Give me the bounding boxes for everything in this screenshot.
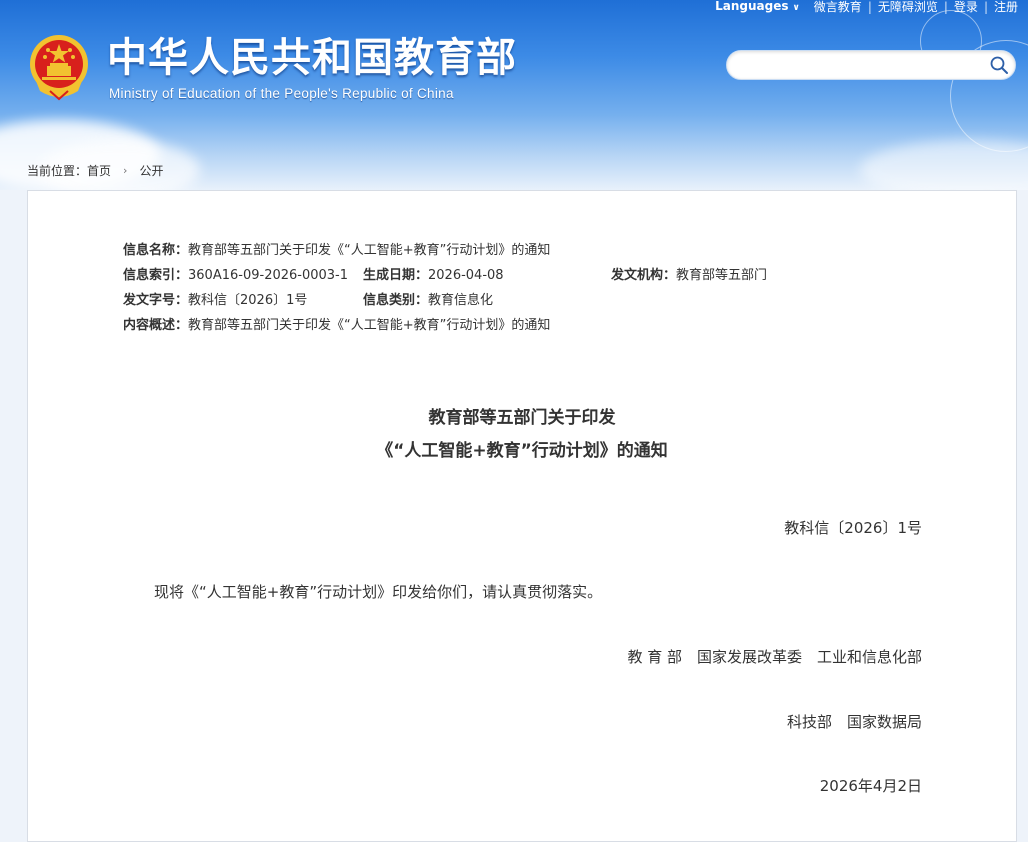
- chevron-down-icon: ∨: [792, 3, 800, 13]
- search-box: [726, 50, 1016, 80]
- meta-value: 2026-04-08: [428, 268, 504, 283]
- document-signers-line1: 教 育 部 国家发展改革委 工业和信息化部: [627, 648, 922, 666]
- top-navigation: Languages ∨ 微言教育 | 无障碍浏览 | 登录 | 注册: [715, 0, 1018, 14]
- weibo-link[interactable]: 微言教育: [814, 1, 862, 13]
- meta-row-name: 信息名称：教育部等五部门关于印发《“人工智能+教育”行动计划》的通知: [123, 241, 550, 261]
- meta-row-docno: 发文字号：教科信〔2026〕1号: [123, 291, 307, 311]
- meta-value: 360A16-09-2026-0003-1: [188, 268, 349, 283]
- chevron-right-icon: ›: [123, 164, 128, 177]
- accessible-browsing-link[interactable]: 无障碍浏览: [878, 1, 938, 13]
- meta-label: 发文字号：: [123, 293, 189, 308]
- meta-label: 发文机构：: [611, 268, 677, 283]
- document-body: 现将《“人工智能+教育”行动计划》印发给你们，请认真贯彻落实。: [154, 583, 603, 601]
- site-header: Languages ∨ 微言教育 | 无障碍浏览 | 登录 | 注册 中华人民共和…: [0, 0, 1028, 190]
- separator: |: [867, 0, 872, 14]
- separator: |: [943, 0, 948, 14]
- separator: |: [983, 0, 988, 14]
- document-number: 教科信〔2026〕1号: [784, 519, 922, 537]
- search-input[interactable]: [739, 55, 983, 77]
- site-title[interactable]: 中华人民共和国教育部: [107, 36, 517, 80]
- breadcrumb: 当前位置： 首页 › 公开: [27, 162, 163, 179]
- meta-label: 信息名称：: [123, 243, 189, 258]
- register-link[interactable]: 注册: [994, 1, 1018, 13]
- meta-label: 信息类别：: [363, 293, 429, 308]
- meta-value: 教科信〔2026〕1号: [188, 293, 308, 308]
- meta-value: 教育部等五部门关于印发《“人工智能+教育”行动计划》的通知: [188, 243, 551, 258]
- meta-value: 教育部等五部门关于印发《“人工智能+教育”行动计划》的通知: [188, 318, 551, 333]
- meta-label: 内容概述：: [123, 318, 189, 333]
- meta-value: 教育信息化: [428, 293, 494, 308]
- national-emblem-icon[interactable]: [28, 33, 90, 101]
- meta-row-date: 生成日期：2026-04-08: [363, 266, 504, 286]
- breadcrumb-home[interactable]: 首页: [87, 162, 111, 179]
- content-panel: 信息名称：教育部等五部门关于印发《“人工智能+教育”行动计划》的通知 信息索引：…: [27, 190, 1017, 842]
- meta-row-org: 发文机构：教育部等五部门: [611, 266, 767, 286]
- document-title-line2: 《“人工智能+教育”行动计划》的通知: [376, 441, 668, 461]
- meta-row-index: 信息索引：360A16-09-2026-0003-1: [123, 266, 348, 286]
- document-title-line1: 教育部等五部门关于印发: [428, 408, 616, 428]
- search-icon[interactable]: [989, 55, 1009, 75]
- document-signers-line2: 科技部 国家数据局: [786, 713, 922, 731]
- meta-row-category: 信息类别：教育信息化: [363, 291, 493, 311]
- meta-value: 教育部等五部门: [676, 268, 768, 283]
- meta-label: 信息索引：: [123, 268, 189, 283]
- login-link[interactable]: 登录: [954, 1, 978, 13]
- site-subtitle: Ministry of Education of the People's Re…: [109, 86, 454, 101]
- languages-menu[interactable]: Languages ∨: [715, 0, 800, 14]
- meta-label: 生成日期：: [363, 268, 429, 283]
- document-date: 2026年4月2日: [819, 777, 922, 795]
- breadcrumb-current[interactable]: 公开: [139, 162, 163, 179]
- breadcrumb-prefix: 当前位置：: [27, 164, 88, 178]
- meta-row-summary: 内容概述：教育部等五部门关于印发《“人工智能+教育”行动计划》的通知: [123, 316, 550, 336]
